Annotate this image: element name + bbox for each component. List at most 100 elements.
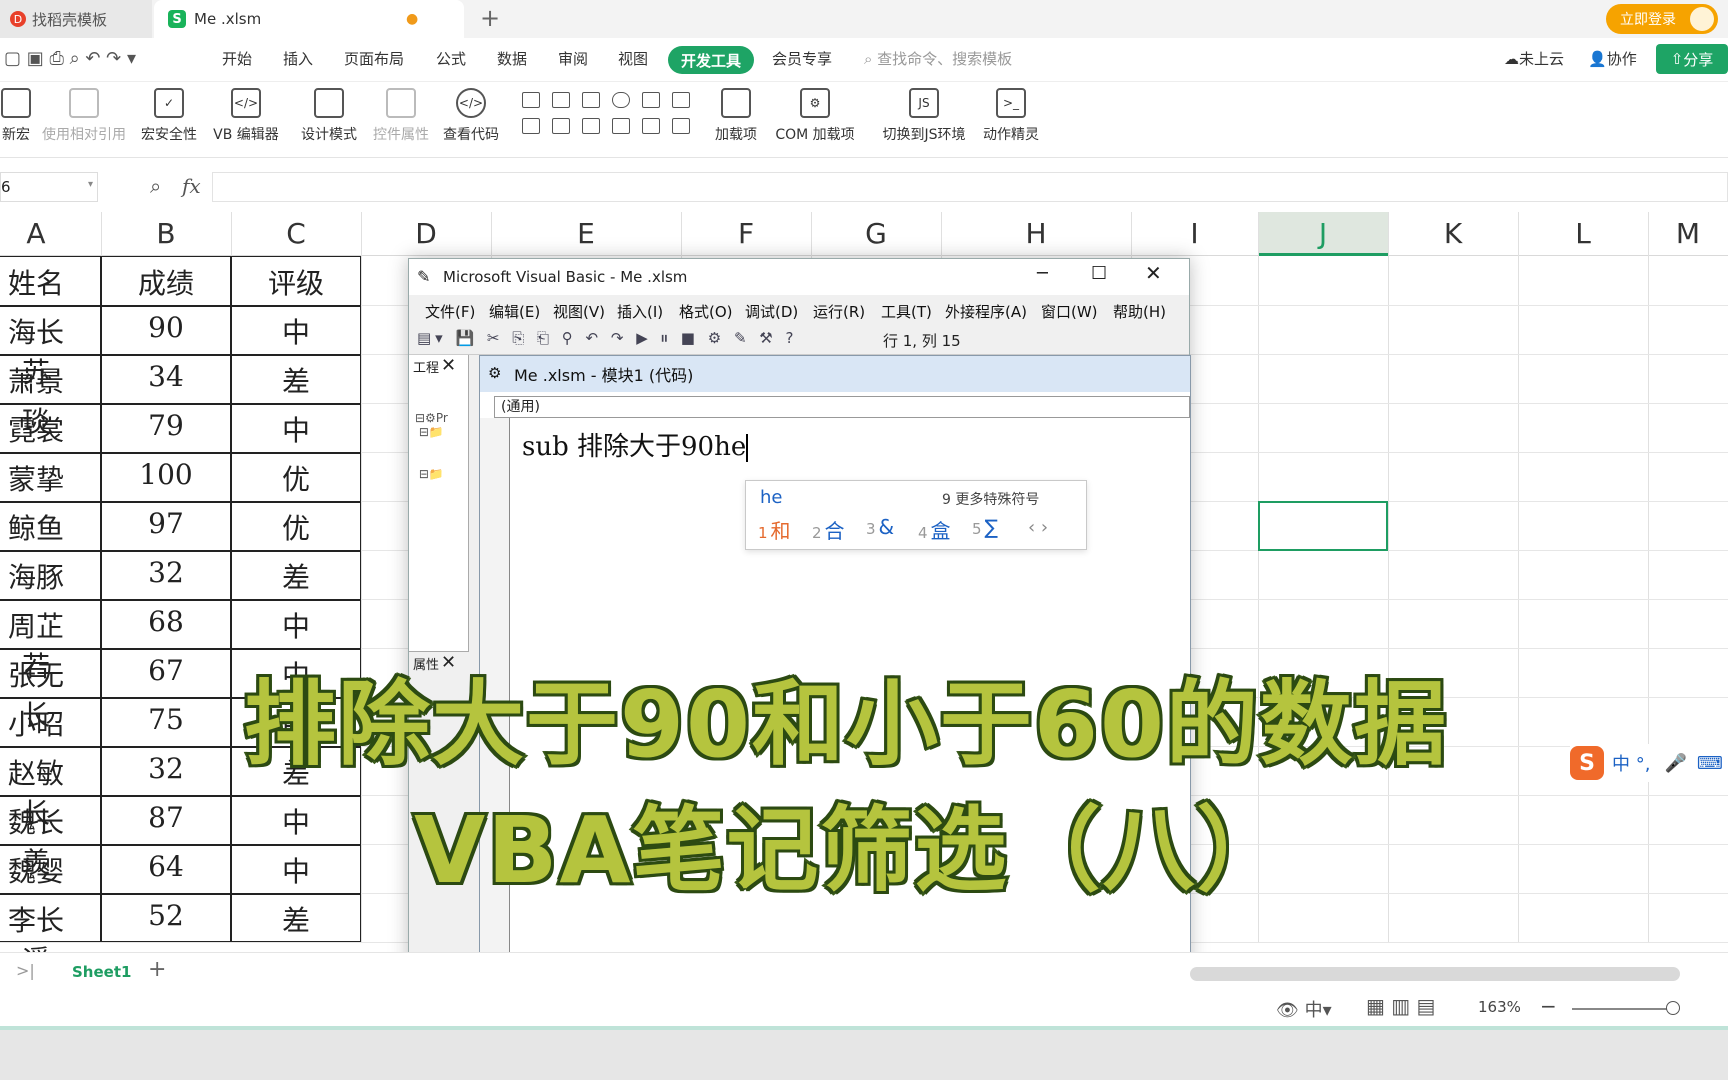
col-header-g[interactable]: G <box>811 212 941 256</box>
label-control-icon[interactable] <box>522 118 540 134</box>
table-cell-grade[interactable]: 中 <box>231 850 361 890</box>
menu-data[interactable]: 数据 <box>497 48 527 69</box>
table-cell-grade[interactable]: 差 <box>231 899 361 939</box>
table-cell-grade[interactable]: 差 <box>231 360 361 400</box>
image-control-icon[interactable] <box>642 118 660 134</box>
vba-menu-tools[interactable]: 工具(T) <box>881 301 932 322</box>
table-header-score[interactable]: 成绩 <box>101 262 231 302</box>
menu-vip[interactable]: 会员专享 <box>772 48 832 69</box>
frame-control-icon[interactable] <box>672 118 690 134</box>
menu-formula[interactable]: 公式 <box>436 48 466 69</box>
add-sheet-icon[interactable]: + <box>148 957 166 982</box>
new-tab-icon[interactable]: + <box>480 4 500 32</box>
table-cell-score[interactable]: 67 <box>101 654 231 687</box>
table-cell-name[interactable]: 鲸鱼 <box>0 507 72 547</box>
vba-menu-help[interactable]: 帮助(H) <box>1113 301 1166 322</box>
project-tree[interactable]: ⊟⚙Pr ⊟📁 ⊟📁 <box>415 411 448 481</box>
object-combo[interactable]: (通用) <box>494 396 1190 418</box>
col-header-l[interactable]: L <box>1518 212 1648 256</box>
name-box[interactable]: 6 ▾ <box>0 172 98 202</box>
textbox-control-icon[interactable] <box>552 92 570 108</box>
zoom-formula-icon[interactable]: ⌕ <box>150 174 161 198</box>
keyboard-icon[interactable]: ⌨ <box>1697 753 1723 774</box>
checkbox-control-icon[interactable] <box>522 92 540 108</box>
zoom-slider[interactable] <box>1572 1001 1680 1015</box>
table-cell-score[interactable]: 79 <box>101 409 231 442</box>
table-cell-score[interactable]: 75 <box>101 703 231 736</box>
table-cell-grade[interactable]: 优 <box>231 458 361 498</box>
ime-candidate-4[interactable]: 4盒 <box>918 515 951 544</box>
zoom-slider-thumb[interactable] <box>1666 1001 1680 1015</box>
view-code-button[interactable]: </> 查看代码 <box>438 82 504 144</box>
new-macro-button[interactable]: 新宏 <box>0 82 36 144</box>
table-cell-score[interactable]: 32 <box>101 752 231 785</box>
radio-control-icon[interactable] <box>612 92 630 108</box>
collab-button[interactable]: 👤协作 <box>1588 48 1637 69</box>
combobox-control-icon[interactable] <box>672 92 690 108</box>
vba-menu-edit[interactable]: 编辑(E) <box>489 301 540 322</box>
table-cell-name[interactable]: 霓裳 <box>0 409 72 449</box>
toggle-control-icon[interactable] <box>612 118 630 134</box>
ime-candidate-3[interactable]: 3 & <box>866 515 894 539</box>
code-line-1[interactable]: sub 排除大于90he <box>522 426 749 463</box>
vba-menu-debug[interactable]: 调试(D) <box>745 301 798 322</box>
table-cell-score[interactable]: 34 <box>101 360 231 393</box>
table-cell-score[interactable]: 68 <box>101 605 231 638</box>
spin-control-icon[interactable] <box>552 118 570 134</box>
vba-menu-window[interactable]: 窗口(W) <box>1041 301 1098 322</box>
menu-insert[interactable]: 插入 <box>283 48 313 69</box>
col-header-i[interactable]: I <box>1131 212 1258 256</box>
vba-menu-view[interactable]: 视图(V) <box>553 301 605 322</box>
fx-icon[interactable]: fx <box>182 174 201 198</box>
table-cell-score[interactable]: 52 <box>101 899 231 932</box>
microphone-icon[interactable]: 🎤 <box>1664 753 1686 774</box>
col-header-a[interactable]: A <box>0 212 72 256</box>
vba-menu-addins[interactable]: 外接程序(A) <box>945 301 1027 322</box>
vba-menu-run[interactable]: 运行(R) <box>813 301 865 322</box>
table-cell-name[interactable]: 魏婴 <box>0 850 72 890</box>
ime-candidate-1[interactable]: 1和 <box>758 515 791 544</box>
vba-menu-insert[interactable]: 插入(I) <box>617 301 663 322</box>
ime-status-bar[interactable]: S 中 °, 🎤 ⌨ <box>1570 744 1728 782</box>
vb-editor-button[interactable]: </> VB 编辑器 <box>206 82 286 144</box>
col-header-d[interactable]: D <box>361 212 491 256</box>
macro-security-button[interactable]: ✓ 宏安全性 <box>136 82 202 144</box>
col-header-e[interactable]: E <box>491 212 681 256</box>
table-header-grade[interactable]: 评级 <box>231 262 361 302</box>
menu-developer[interactable]: 开发工具 <box>668 46 754 74</box>
tab-workbook[interactable]: S Me .xlsm ● <box>154 0 464 38</box>
table-cell-grade[interactable]: 中 <box>231 801 361 841</box>
maximize-icon[interactable]: ☐ <box>1091 263 1107 284</box>
control-props-button[interactable]: 控件属性 <box>368 82 434 144</box>
sheet-tab-sheet1[interactable]: Sheet1 <box>72 963 131 981</box>
menu-review[interactable]: 审阅 <box>558 48 588 69</box>
table-cell-name[interactable]: 小昭 <box>0 703 72 743</box>
button-control-icon[interactable] <box>582 92 600 108</box>
last-sheet-icon[interactable]: >| <box>16 961 35 980</box>
table-cell-grade[interactable]: 优 <box>231 507 361 547</box>
col-header-f[interactable]: F <box>681 212 811 256</box>
table-cell-name[interactable]: 海豚 <box>0 556 72 596</box>
menu-view[interactable]: 视图 <box>618 48 648 69</box>
ime-page-arrows-icon[interactable]: ‹ › <box>1028 517 1048 538</box>
view-mode-icons[interactable]: ▦ ▥ ▤ <box>1366 994 1435 1018</box>
table-cell-score[interactable]: 100 <box>101 458 231 491</box>
col-header-h[interactable]: H <box>941 212 1131 256</box>
table-cell-score[interactable]: 87 <box>101 801 231 834</box>
share-button[interactable]: ⇧ 分享 <box>1656 44 1728 74</box>
col-header-k[interactable]: K <box>1388 212 1518 256</box>
table-cell-score[interactable]: 90 <box>101 311 231 344</box>
table-header-name[interactable]: 姓名 <box>0 262 72 302</box>
vba-menu-format[interactable]: 格式(O) <box>679 301 733 322</box>
table-cell-name[interactable]: 蒙挚 <box>0 458 72 498</box>
close-icon[interactable]: ✕ <box>1145 261 1162 285</box>
ime-mode[interactable]: 中 °, <box>1612 750 1650 776</box>
ime-candidate-window[interactable]: he 9 更多特殊符号 1和 2合 3 & 4盒 5 ∑ ‹ › <box>745 480 1087 550</box>
selected-cell-j6[interactable] <box>1258 501 1388 551</box>
col-header-m[interactable]: M <box>1648 212 1728 256</box>
switch-js-button[interactable]: JS 切换到JS环境 <box>876 82 972 144</box>
action-wizard-button[interactable]: >_ 动作精灵 <box>976 82 1046 144</box>
col-header-j[interactable]: J <box>1258 212 1388 256</box>
form-controls-group[interactable] <box>514 88 694 144</box>
scroll-control-icon[interactable] <box>582 118 600 134</box>
